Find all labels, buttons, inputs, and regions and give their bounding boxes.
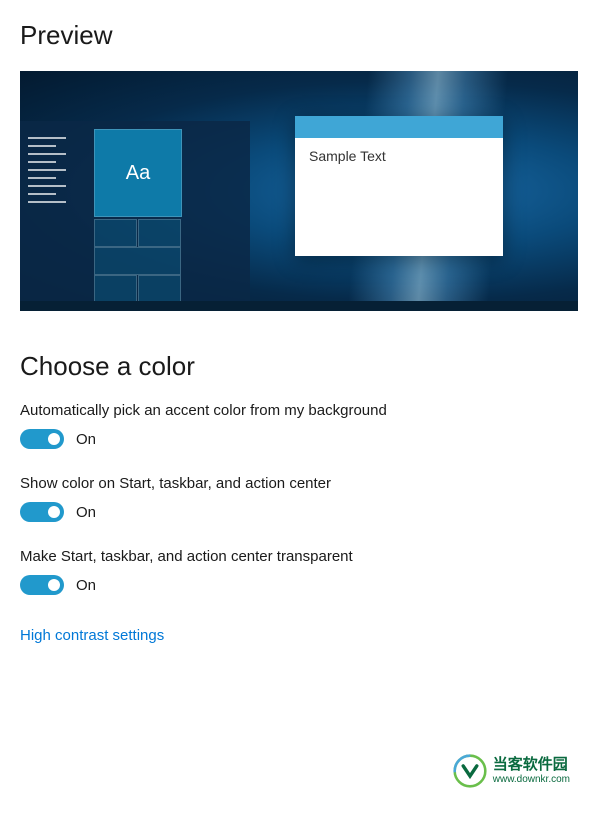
tile-large: Aa [94,129,182,217]
watermark-name: 当客软件园 [493,757,570,774]
start-tiles-preview: Aa [90,121,250,301]
toggle-state-label: On [76,431,96,448]
taskbar-preview [20,301,578,311]
setting-label: Make Start, taskbar, and action center t… [20,548,580,565]
watermark: 当客软件园 www.downkr.com [453,754,570,788]
setting-label: Automatically pick an accent color from … [20,402,580,419]
toggle-show-color[interactable] [20,502,64,522]
tile-med [94,247,181,275]
choose-color-heading: Choose a color [20,351,580,382]
toggle-transparent[interactable] [20,575,64,595]
setting-label: Show color on Start, taskbar, and action… [20,475,580,492]
start-menu-preview: Aa [20,121,250,301]
start-list-preview [20,121,90,301]
setting-auto-accent: Automatically pick an accent color from … [20,402,580,449]
tile-small [138,275,181,303]
watermark-url: www.downkr.com [493,774,570,785]
tile-small [94,275,137,303]
toggle-state-label: On [76,504,96,521]
theme-preview: Aa Sample Text [20,71,578,311]
preview-heading: Preview [20,20,580,51]
tile-small [138,219,181,247]
high-contrast-link[interactable]: High contrast settings [20,627,164,644]
setting-transparent: Make Start, taskbar, and action center t… [20,548,580,595]
sample-window-preview: Sample Text [295,116,503,256]
tile-small [94,219,137,247]
window-titlebar [295,116,503,138]
toggle-auto-accent[interactable] [20,429,64,449]
watermark-logo-icon [453,754,487,788]
sample-text: Sample Text [295,138,503,174]
toggle-state-label: On [76,577,96,594]
setting-show-color: Show color on Start, taskbar, and action… [20,475,580,522]
